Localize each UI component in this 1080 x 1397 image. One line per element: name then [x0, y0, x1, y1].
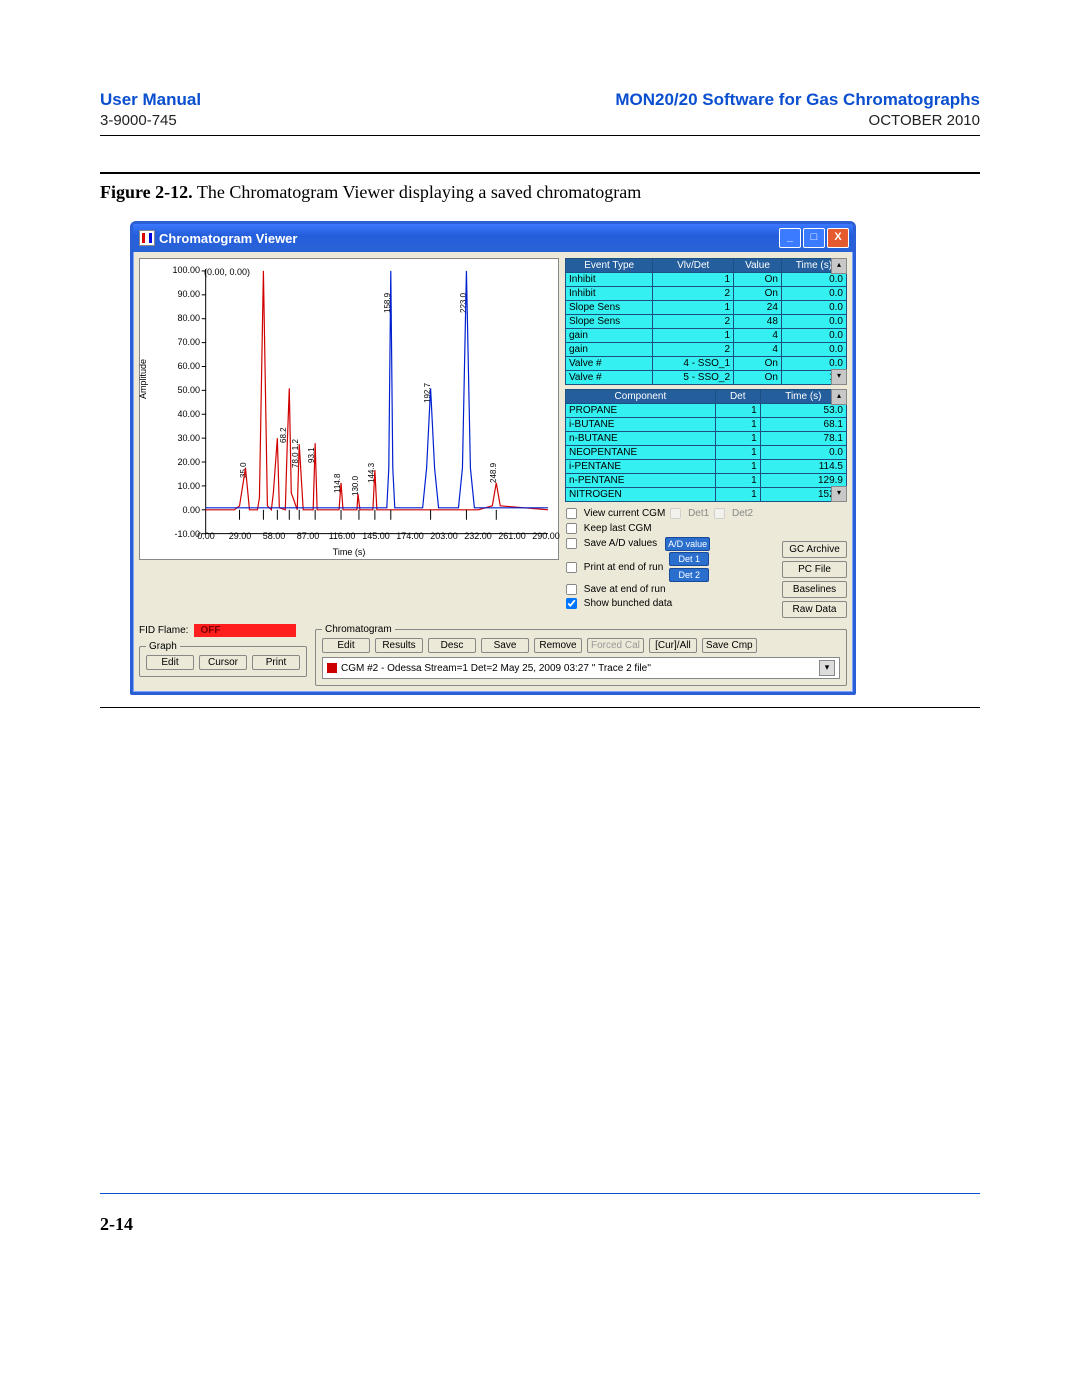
- save-ad-values-checkbox[interactable]: Save A/D values: [565, 537, 657, 550]
- scroll-up-icon[interactable]: ▴: [831, 258, 847, 274]
- graph-cursor-button[interactable]: Cursor: [199, 655, 247, 670]
- scroll-down-icon[interactable]: ▾: [831, 486, 847, 502]
- graph-groupbox: Graph Edit Cursor Print: [139, 641, 307, 677]
- table-row[interactable]: Inhibit1On0.0: [566, 273, 847, 287]
- header-left-sub: 3-9000-745: [100, 112, 201, 129]
- raw-data-button[interactable]: Raw Data: [782, 601, 847, 618]
- footer-rule: [100, 1193, 980, 1194]
- cgm-selector[interactable]: CGM #2 - Odessa Stream=1 Det=2 May 25, 2…: [322, 657, 840, 679]
- graph-print-button[interactable]: Print: [252, 655, 300, 670]
- table-row[interactable]: NITROGEN1152.7: [566, 488, 847, 502]
- det2-checkbox: Det2: [713, 507, 753, 520]
- events-th[interactable]: Vlv/Det: [653, 259, 734, 273]
- window-titlebar[interactable]: Chromatogram Viewer _ □ X: [133, 224, 853, 252]
- minimize-button[interactable]: _: [779, 228, 801, 248]
- component-table-wrap: Component Det Time (s) PROPANE153.0 i-BU…: [565, 389, 847, 502]
- table-row[interactable]: Slope Sens1240.0: [566, 301, 847, 315]
- baselines-button[interactable]: Baselines: [782, 581, 847, 598]
- table-row[interactable]: i-BUTANE168.1: [566, 418, 847, 432]
- table-row[interactable]: gain240.0: [566, 343, 847, 357]
- events-th[interactable]: Value: [734, 259, 782, 273]
- chrom-cur-all-button[interactable]: [Cur]/All: [649, 638, 697, 653]
- graph-edit-button[interactable]: Edit: [146, 655, 194, 670]
- close-button[interactable]: X: [827, 228, 849, 248]
- app-icon: [139, 230, 155, 246]
- cgm-selected-text: CGM #2 - Odessa Stream=1 Det=2 May 25, 2…: [341, 663, 651, 674]
- chromatogram-plot[interactable]: (0.00, 0.00) 100.00 90.00 80.00 70.00 60…: [139, 258, 559, 560]
- header-rule: [100, 135, 980, 136]
- table-row[interactable]: Valve #5 - SSO_2On1.0: [566, 371, 847, 385]
- events-th[interactable]: Event Type: [566, 259, 653, 273]
- chrom-results-button[interactable]: Results: [375, 638, 423, 653]
- det1-button[interactable]: Det 1: [669, 552, 709, 566]
- graph-legend: Graph: [146, 641, 180, 652]
- print-end-run-checkbox[interactable]: Print at end of run: [565, 561, 663, 574]
- table-row[interactable]: Valve #4 - SSO_1On0.0: [566, 357, 847, 371]
- header-right-title: MON20/20 Software for Gas Chromatographs: [615, 90, 980, 110]
- comp-th[interactable]: Component: [566, 390, 716, 404]
- gc-archive-button[interactable]: GC Archive: [782, 541, 847, 558]
- table-row[interactable]: gain140.0: [566, 329, 847, 343]
- table-row[interactable]: NEOPENTANE10.0: [566, 446, 847, 460]
- chrom-remove-button[interactable]: Remove: [534, 638, 582, 653]
- fid-flame-status: OFF: [194, 624, 296, 637]
- figure-rule-bottom: [100, 707, 980, 708]
- table-row[interactable]: Inhibit2On0.0: [566, 287, 847, 301]
- chromatogram-viewer-window: Chromatogram Viewer _ □ X (0.00, 0.00) 1…: [130, 221, 856, 695]
- figure-caption-number: Figure 2-12.: [100, 182, 193, 202]
- figure-caption: Figure 2-12. The Chromatogram Viewer dis…: [100, 182, 980, 203]
- chrom-forced-cal-button: Forced Cal: [587, 638, 644, 653]
- chromatogram-groupbox: Chromatogram Edit Results Desc Save Remo…: [315, 624, 847, 686]
- chrom-save-button[interactable]: Save: [481, 638, 529, 653]
- window-title: Chromatogram Viewer: [159, 231, 297, 246]
- table-row[interactable]: i-PENTANE1114.5: [566, 460, 847, 474]
- det1-checkbox: Det1: [669, 507, 709, 520]
- chromatogram-legend: Chromatogram: [322, 624, 395, 635]
- comp-th[interactable]: Det: [715, 390, 760, 404]
- scroll-up-icon[interactable]: ▴: [831, 389, 847, 405]
- events-table[interactable]: Event Type Vlv/Det Value Time (s) Inhibi…: [565, 258, 847, 385]
- figure-rule-top: [100, 172, 980, 174]
- figure-caption-text: The Chromatogram Viewer displaying a sav…: [193, 182, 642, 202]
- header-right-sub: OCTOBER 2010: [615, 112, 980, 129]
- det2-button[interactable]: Det 2: [669, 568, 709, 582]
- trace-color-swatch: [327, 663, 337, 673]
- keep-last-cgm-checkbox[interactable]: Keep last CGM: [565, 522, 847, 535]
- chrom-edit-button[interactable]: Edit: [322, 638, 370, 653]
- events-table-wrap: Event Type Vlv/Det Value Time (s) Inhibi…: [565, 258, 847, 385]
- scroll-down-icon[interactable]: ▾: [831, 369, 847, 385]
- table-row[interactable]: n-BUTANE178.1: [566, 432, 847, 446]
- fid-flame-label: FID Flame:: [139, 625, 188, 636]
- table-row[interactable]: PROPANE153.0: [566, 404, 847, 418]
- plot-svg: [140, 259, 558, 558]
- pc-file-button[interactable]: PC File: [782, 561, 847, 578]
- component-table[interactable]: Component Det Time (s) PROPANE153.0 i-BU…: [565, 389, 847, 502]
- maximize-button[interactable]: □: [803, 228, 825, 248]
- header-left-title: User Manual: [100, 90, 201, 110]
- chrom-desc-button[interactable]: Desc: [428, 638, 476, 653]
- chrom-save-cmp-button[interactable]: Save Cmp: [702, 638, 757, 653]
- view-current-cgm-checkbox[interactable]: View current CGM: [565, 507, 665, 520]
- page-number: 2-14: [100, 1214, 980, 1235]
- chevron-down-icon[interactable]: ▾: [819, 660, 835, 676]
- table-row[interactable]: n-PENTANE1129.9: [566, 474, 847, 488]
- ad-value-button[interactable]: A/D value: [665, 537, 710, 551]
- table-row[interactable]: Slope Sens2480.0: [566, 315, 847, 329]
